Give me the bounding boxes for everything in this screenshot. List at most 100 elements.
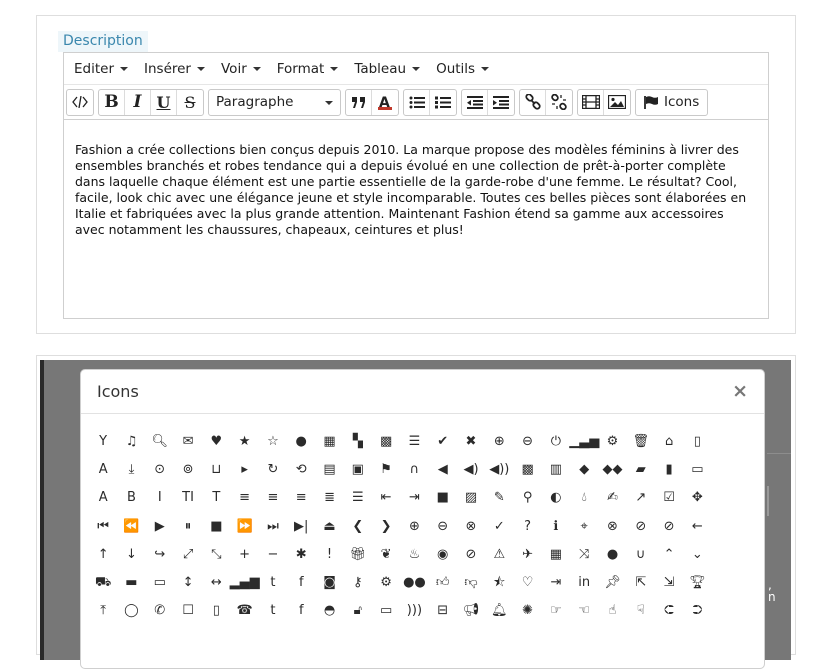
icon-option[interactable]: ⯪: [485, 568, 513, 596]
insert-video-button[interactable]: [578, 89, 604, 115]
bold-button[interactable]: B: [99, 89, 125, 115]
icon-option[interactable]: ◉: [429, 540, 457, 568]
icon-option[interactable]: ☰: [400, 427, 428, 455]
icon-option[interactable]: ▯: [683, 427, 711, 455]
strikethrough-button[interactable]: S: [177, 90, 203, 115]
icon-option[interactable]: ▚: [344, 427, 372, 455]
editor-content[interactable]: Fashion a crée collections bien conçus d…: [64, 120, 768, 238]
menu-voir[interactable]: Voir: [213, 53, 269, 84]
icon-option[interactable]: ⊖: [429, 512, 457, 540]
icon-option[interactable]: ▶: [146, 512, 174, 540]
icon-option[interactable]: ▂▄▆: [230, 568, 260, 596]
icon-option[interactable]: ⌂: [655, 427, 683, 455]
blockquote-button[interactable]: [346, 89, 372, 115]
icon-option[interactable]: ⊗: [598, 512, 626, 540]
icon-option[interactable]: ▦: [315, 427, 343, 455]
icon-option[interactable]: ⮊: [683, 597, 711, 625]
icon-option[interactable]: f: [287, 568, 315, 596]
icon-option[interactable]: ✆: [146, 597, 174, 625]
icon-option[interactable]: 📢︎: [457, 597, 485, 625]
icon-option[interactable]: ◓: [315, 597, 343, 625]
icon-option[interactable]: ⏸: [174, 512, 202, 540]
icon-option[interactable]: ⊔: [202, 455, 230, 483]
icon-option[interactable]: ⊘: [457, 540, 485, 568]
icon-option[interactable]: ⚙: [598, 427, 626, 455]
icon-option[interactable]: ⚷: [344, 568, 372, 596]
icon-option[interactable]: ♫: [117, 427, 145, 455]
icon-option[interactable]: ⊘: [627, 512, 655, 540]
outdent-button[interactable]: [462, 89, 488, 115]
bullet-list-button[interactable]: [404, 89, 430, 115]
icon-option[interactable]: t: [259, 597, 287, 625]
icon-option[interactable]: ↪: [146, 540, 174, 568]
icon-option[interactable]: ◆: [570, 455, 598, 483]
icon-option[interactable]: ⏻: [542, 427, 570, 455]
icon-option[interactable]: ⇲: [655, 568, 683, 596]
icon-option[interactable]: 🏆︎: [683, 568, 711, 596]
icon-option[interactable]: ✥: [683, 484, 711, 512]
icon-option[interactable]: ))): [400, 597, 428, 625]
icon-option[interactable]: ⌄: [683, 540, 711, 568]
icon-option[interactable]: ⛟: [89, 568, 117, 596]
icon-option[interactable]: 🔓︎: [344, 597, 372, 625]
icon-option[interactable]: TI: [174, 484, 202, 512]
icon-option[interactable]: ⊕: [485, 427, 513, 455]
icon-option[interactable]: A: [89, 484, 117, 512]
icon-option[interactable]: ↔: [202, 568, 230, 596]
source-code-button[interactable]: [67, 90, 93, 115]
icon-option[interactable]: ⤓: [117, 455, 145, 483]
icon-option[interactable]: 🔔︎: [485, 597, 513, 625]
icon-option[interactable]: ∩: [400, 455, 428, 483]
block-format-select[interactable]: Paragraphe: [208, 88, 341, 116]
icon-option[interactable]: ⚲: [513, 484, 541, 512]
icon-option[interactable]: ▭: [146, 568, 174, 596]
icon-option[interactable]: ✓: [485, 512, 513, 540]
icon-option[interactable]: 🔍︎: [146, 427, 174, 455]
icon-option[interactable]: ⚙: [372, 568, 400, 596]
icon-option[interactable]: ▩: [372, 427, 400, 455]
icon-option[interactable]: ■: [429, 484, 457, 512]
icon-option[interactable]: ⌃: [655, 540, 683, 568]
icon-option[interactable]: ⊟: [429, 597, 457, 625]
icon-option[interactable]: Y: [89, 427, 117, 455]
icon-option[interactable]: 💧︎: [570, 484, 598, 512]
icon-option[interactable]: ❯: [372, 512, 400, 540]
insert-image-button[interactable]: [604, 90, 630, 115]
icon-option[interactable]: 📌︎: [598, 568, 626, 596]
icon-option[interactable]: ♨: [400, 540, 428, 568]
icon-option[interactable]: ⏏: [315, 512, 343, 540]
menu-format[interactable]: Format: [269, 53, 347, 84]
icon-option[interactable]: ▯: [202, 597, 230, 625]
icon-option[interactable]: ▰: [627, 455, 655, 483]
icon-option[interactable]: ◯: [117, 597, 145, 625]
icon-option[interactable]: ☎: [230, 597, 258, 625]
icon-option[interactable]: ▦: [542, 540, 570, 568]
icon-option[interactable]: ℹ: [542, 512, 570, 540]
indent-button[interactable]: [488, 90, 514, 115]
icon-option[interactable]: ▭: [683, 455, 711, 483]
icon-option[interactable]: 👍︎: [429, 568, 457, 596]
icon-option[interactable]: ▮: [655, 455, 683, 483]
icon-option[interactable]: ☑: [655, 484, 683, 512]
icon-option[interactable]: ⤡: [202, 540, 230, 568]
icon-option[interactable]: ⟲: [287, 455, 315, 483]
icon-option[interactable]: ⏭: [259, 512, 287, 540]
icon-option[interactable]: ⚠: [485, 540, 513, 568]
icon-option[interactable]: ⤨: [570, 540, 598, 568]
icon-option[interactable]: ▣: [344, 455, 372, 483]
icon-option[interactable]: −: [259, 540, 287, 568]
icon-option[interactable]: I: [146, 484, 174, 512]
icon-option[interactable]: ◀: [429, 455, 457, 483]
icon-option[interactable]: ⇥: [400, 484, 428, 512]
icon-option[interactable]: ☝: [598, 597, 626, 625]
icon-option[interactable]: ⏪: [117, 512, 145, 540]
icon-option[interactable]: ♡: [513, 568, 541, 596]
icon-option[interactable]: f: [287, 597, 315, 625]
icon-option[interactable]: ≣: [315, 484, 343, 512]
icon-option[interactable]: ⇱: [627, 568, 655, 596]
icon-option[interactable]: ⮈: [655, 597, 683, 625]
icon-option[interactable]: ✱: [287, 540, 315, 568]
icon-option[interactable]: ✖: [457, 427, 485, 455]
icon-option[interactable]: ⊕: [400, 512, 428, 540]
icon-option[interactable]: ↓: [117, 540, 145, 568]
